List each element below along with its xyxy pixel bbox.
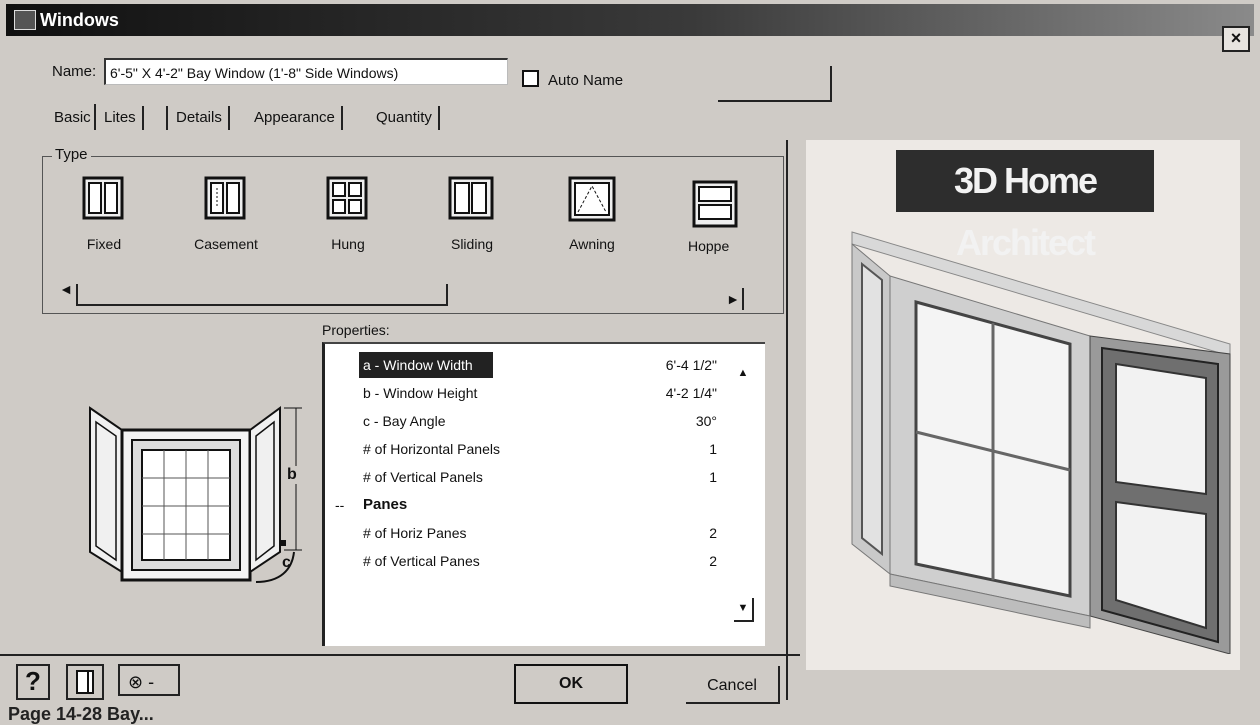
scroll-up-arrow-icon[interactable]: ▲ [734, 364, 752, 382]
properties-label: Properties: [322, 322, 390, 338]
name-field[interactable]: 6'-5" X 4'-2" Bay Window (1'-8" Side Win… [104, 58, 508, 85]
tab-quantity[interactable]: Quantity [376, 106, 440, 130]
ok-button[interactable]: OK [514, 664, 628, 704]
bay-window-diagram [89, 406, 302, 583]
scroll-right-button[interactable]: ► [724, 288, 744, 310]
name-label: Name: [52, 63, 97, 80]
property-row-horiz-panes[interactable]: # of Horiz Panes 2 [355, 520, 745, 546]
sliding-window-icon [448, 176, 494, 220]
property-group-panes[interactable]: -- Panes [335, 492, 745, 518]
bottom-divider [0, 654, 800, 656]
title-bar[interactable]: Windows [6, 4, 1254, 36]
scroll-thumb[interactable] [76, 284, 448, 306]
property-name: a - Window Width [359, 352, 493, 378]
auto-name-checkbox[interactable] [522, 70, 539, 87]
document-button[interactable] [66, 664, 104, 700]
properties-list[interactable]: a - Window Width 6'-4 1/2" b - Window He… [322, 342, 765, 646]
help-button[interactable]: ? [16, 664, 50, 700]
diagram-label-b: b [287, 466, 297, 484]
property-row-vertical-panes[interactable]: # of Vertical Panes 2 [355, 548, 745, 574]
property-name: # of Vertical Panels [363, 469, 483, 485]
property-name: # of Vertical Panes [363, 553, 480, 569]
property-row-window-height[interactable]: b - Window Height 4'-2 1/4" [355, 380, 745, 406]
tab-separator [94, 104, 96, 130]
hung-window-icon [326, 176, 368, 220]
dropdown-indicator: - [148, 672, 155, 692]
fixed-window-icon [82, 176, 124, 220]
hopper-window-icon [692, 180, 738, 228]
scroll-down-arrow-icon[interactable]: ▼ [734, 598, 754, 622]
cancel-button[interactable]: Cancel [686, 666, 780, 704]
property-value: 1 [709, 441, 717, 457]
tab-lites[interactable]: Lites [104, 106, 144, 130]
property-name: # of Horiz Panes [363, 525, 467, 541]
property-value: 2 [709, 525, 717, 541]
property-value: 1 [709, 469, 717, 485]
property-row-window-width[interactable]: a - Window Width 6'-4 1/2" [355, 352, 745, 378]
app-icon [14, 10, 36, 30]
type-group-label: Type [52, 146, 91, 163]
close-button[interactable]: × [1222, 26, 1250, 52]
auto-name-label[interactable]: Auto Name [548, 72, 623, 89]
panel-divider [786, 140, 788, 700]
tab-appearance[interactable]: Appearance [254, 106, 343, 130]
casement-window-icon [204, 176, 246, 220]
tab-basic[interactable]: Basic [54, 106, 97, 130]
property-name: b - Window Height [363, 385, 478, 401]
window-title: Windows [40, 10, 119, 30]
document-icon [76, 670, 94, 694]
property-name: # of Horizontal Panels [363, 441, 500, 457]
type-label-casement: Casement [194, 236, 258, 252]
globe-dropdown-button[interactable]: ⊗ - [118, 664, 180, 696]
property-value: 2 [709, 553, 717, 569]
property-row-horizontal-panels[interactable]: # of Horizontal Panels 1 [355, 436, 745, 462]
globe-icon: ⊗ [128, 672, 144, 692]
tab-details[interactable]: Details [166, 106, 230, 130]
property-group-name: Panes [363, 496, 408, 513]
property-row-bay-angle[interactable]: c - Bay Angle 30° [355, 408, 745, 434]
property-value: 4'-2 1/4" [665, 385, 717, 401]
blank-button[interactable] [718, 66, 832, 102]
type-label-fixed: Fixed [86, 236, 122, 252]
property-name: c - Bay Angle [363, 413, 446, 429]
group-collapse-toggle[interactable]: -- [335, 492, 344, 518]
awning-window-icon [568, 176, 616, 222]
diagram-label-c: c [282, 554, 291, 571]
type-label-sliding: Sliding [450, 236, 494, 252]
property-row-vertical-panels[interactable]: # of Vertical Panels 1 [355, 464, 745, 490]
type-label-awning: Awning [569, 236, 615, 252]
scroll-left-button[interactable]: ◄ [58, 278, 74, 300]
type-label-hung: Hung [331, 236, 365, 252]
property-value: 6'-4 1/2" [665, 357, 717, 373]
property-value: 30° [695, 413, 717, 429]
bay-window-3d-render [851, 231, 1231, 654]
type-label-hopper: Hoppe [688, 238, 730, 254]
brand-logo: 3D Home Architect [896, 150, 1154, 263]
